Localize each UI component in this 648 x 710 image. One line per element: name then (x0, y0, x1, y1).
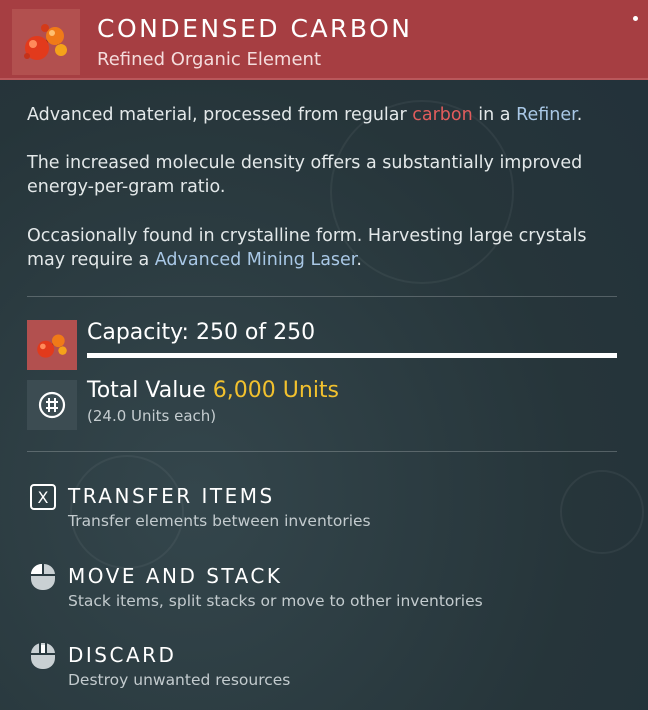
keyword-refiner: Refiner (516, 105, 577, 125)
header-dot-icon (633, 16, 638, 21)
action-subtitle: Stack items, split stacks or move to oth… (68, 592, 483, 610)
desc-text: . (356, 250, 362, 270)
mouse-middle-click-icon (27, 640, 59, 672)
x-key-icon: X (27, 481, 59, 513)
key-glyph: X (30, 484, 56, 510)
description-paragraph-2: The increased molecule density offers a … (27, 153, 583, 197)
carbon-molecule-icon (12, 9, 80, 75)
carbon-molecule-icon (27, 320, 77, 370)
description-paragraph-1: Advanced material, processed from regula… (27, 103, 627, 127)
desc-text: in a (472, 105, 517, 125)
total-value-label: Total Value 6,000 Units (87, 378, 339, 403)
item-title: CONDENSED CARBON (97, 14, 413, 43)
desc-text: Advanced material, processed from regula… (27, 105, 413, 125)
capacity-bar-fill (87, 353, 617, 358)
units-currency-icon (27, 380, 77, 430)
mouse-left-click-icon (27, 561, 59, 593)
item-info-panel: CONDENSED CARBON Refined Organic Element… (0, 0, 648, 710)
item-subtitle: Refined Organic Element (97, 49, 321, 70)
action-title: DISCARD (68, 643, 177, 667)
divider (27, 451, 617, 452)
value-each: (24.0 Units each) (87, 407, 217, 425)
keyword-carbon: carbon (412, 105, 473, 125)
action-title: TRANSFER ITEMS (68, 484, 275, 508)
action-subtitle: Destroy unwanted resources (68, 671, 291, 689)
total-value-text: Total Value (87, 378, 206, 403)
move-and-stack-action[interactable]: MOVE AND STACK Stack items, split stacks… (27, 561, 617, 621)
transfer-items-action[interactable]: X TRANSFER ITEMS Transfer elements betwe… (27, 481, 617, 541)
keyword-advanced-mining-laser: Advanced Mining Laser (154, 250, 357, 270)
action-subtitle: Transfer elements between inventories (68, 512, 371, 530)
capacity-label: Capacity: 250 of 250 (87, 320, 316, 345)
action-title: MOVE AND STACK (68, 564, 283, 588)
item-header: CONDENSED CARBON Refined Organic Element (0, 0, 648, 80)
discard-action[interactable]: DISCARD Destroy unwanted resources (27, 640, 617, 700)
description-paragraph-3: Occasionally found in crystalline form. … (27, 224, 627, 272)
capacity-bar (87, 353, 617, 358)
desc-text: . (576, 105, 583, 125)
divider (27, 296, 617, 297)
total-value-amount: 6,000 Units (212, 378, 340, 403)
